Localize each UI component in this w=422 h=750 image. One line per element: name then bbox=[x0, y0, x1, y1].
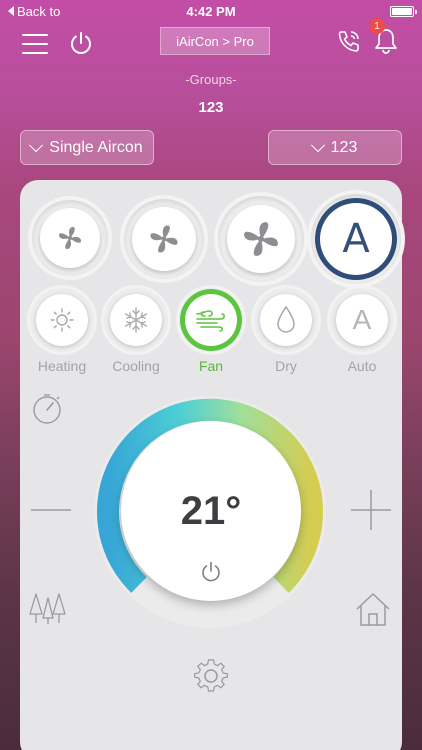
mode-heating-label: Heating bbox=[37, 358, 87, 374]
fan-speed-auto-button[interactable]: A bbox=[311, 194, 401, 284]
chevron-down-icon bbox=[29, 137, 44, 152]
home-icon[interactable] bbox=[354, 590, 392, 628]
aircon-dropdown[interactable]: Single Aircon bbox=[20, 130, 154, 165]
groups-label: -Groups- bbox=[185, 72, 237, 87]
notification-badge: 1 bbox=[369, 18, 385, 34]
mode-auto-letter: A bbox=[352, 304, 372, 335]
phone-call-icon[interactable] bbox=[336, 28, 362, 54]
fan-small-icon bbox=[58, 226, 81, 249]
app-title[interactable]: iAirCon > Pro bbox=[160, 27, 270, 55]
mode-fan-button[interactable] bbox=[179, 288, 243, 352]
group-dropdown[interactable]: 123 bbox=[268, 130, 402, 165]
back-triangle-icon bbox=[8, 6, 14, 16]
status-bar: Back to 4:42 PM bbox=[0, 0, 422, 22]
status-time: 4:42 PM bbox=[186, 3, 236, 19]
aircon-dropdown-value: Single Aircon bbox=[49, 138, 143, 156]
sun-icon bbox=[50, 308, 74, 332]
top-bar: iAirCon > Pro bbox=[0, 22, 422, 64]
mode-heating-button[interactable] bbox=[30, 288, 94, 352]
settings-gear-icon[interactable] bbox=[192, 657, 230, 695]
mode-fan-label: Fan bbox=[198, 358, 224, 374]
battery-icon bbox=[390, 5, 417, 17]
back-to-app-link[interactable]: Back to bbox=[8, 4, 60, 19]
groups-value: 123 bbox=[198, 99, 224, 116]
fan-speed-low-button[interactable] bbox=[32, 200, 108, 276]
trees-icon[interactable] bbox=[28, 590, 68, 626]
fan-speed-medium-button[interactable] bbox=[124, 199, 204, 279]
mode-cooling-label: Cooling bbox=[112, 358, 160, 374]
fan-large-icon bbox=[244, 222, 278, 256]
chevron-down-icon bbox=[310, 137, 325, 152]
fan-medium-icon bbox=[150, 225, 178, 253]
mode-auto-label: Auto bbox=[347, 358, 377, 374]
increase-temperature-button[interactable] bbox=[350, 489, 392, 531]
dial-power-icon[interactable] bbox=[199, 560, 223, 584]
mode-dry-button[interactable] bbox=[254, 288, 318, 352]
back-label: Back to bbox=[17, 3, 61, 19]
fan-auto-label: A bbox=[342, 216, 370, 262]
menu-button[interactable] bbox=[22, 34, 48, 54]
power-icon[interactable] bbox=[68, 30, 94, 56]
droplet-icon bbox=[277, 305, 295, 333]
snowflake-icon bbox=[124, 307, 148, 333]
mode-auto-button[interactable]: A bbox=[330, 288, 394, 352]
wind-icon bbox=[196, 310, 225, 332]
decrease-temperature-button[interactable] bbox=[30, 498, 72, 522]
group-dropdown-value: 123 bbox=[330, 138, 358, 156]
temperature-display: 21° bbox=[180, 489, 242, 533]
fan-speed-high-button[interactable] bbox=[218, 196, 304, 282]
mode-cooling-button[interactable] bbox=[104, 288, 168, 352]
mode-dry-label: Dry bbox=[275, 358, 297, 374]
timer-icon[interactable] bbox=[30, 392, 64, 426]
